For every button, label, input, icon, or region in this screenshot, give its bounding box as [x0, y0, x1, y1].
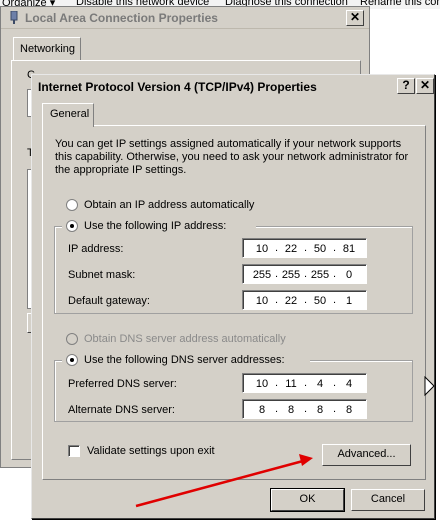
ip-auto-radio[interactable]	[66, 199, 78, 211]
dialog-title: Internet Protocol Version 4 (TCP/IPv4) P…	[38, 80, 317, 94]
dialog-close-button[interactable]: ✕	[416, 78, 434, 94]
dns-manual-radio[interactable]	[66, 354, 78, 366]
ip-manual-label[interactable]: Use the following IP address:	[84, 220, 226, 232]
validate-checkbox[interactable]	[68, 445, 80, 457]
pref-dns-octet-4: 4	[345, 378, 353, 390]
tab-general[interactable]: General	[42, 103, 94, 127]
lac-title: Local Area Connection Properties	[25, 11, 218, 25]
dns-auto-radio[interactable]	[66, 333, 78, 345]
dns-auto-label: Obtain DNS server address automatically	[84, 333, 286, 345]
rename-button[interactable]: Rename this connection	[360, 0, 440, 8]
ipv4-properties-dialog: Internet Protocol Version 4 (TCP/IPv4) P…	[31, 74, 435, 519]
alt-dns-octet-1: 8	[258, 404, 266, 416]
cancel-button[interactable]: Cancel	[351, 489, 425, 511]
lac-title-bar: Local Area Connection Properties ✕	[1, 7, 369, 29]
preferred-dns-label: Preferred DNS server:	[68, 378, 177, 390]
ip-auto-label[interactable]: Obtain an IP address automatically	[84, 199, 254, 211]
subnet-mask-label: Subnet mask:	[68, 269, 136, 281]
alt-dns-octet-3: 8	[316, 404, 324, 416]
close-icon: ✕	[349, 10, 361, 24]
subnet-octet-4: 0	[345, 269, 353, 281]
ok-button[interactable]: OK	[270, 488, 345, 512]
help-button[interactable]: ?	[397, 78, 415, 94]
alt-dns-octet-4: 8	[345, 404, 353, 416]
gateway-octet-3: 50	[313, 295, 327, 307]
alternate-dns-label: Alternate DNS server:	[68, 404, 175, 416]
ip-address-label: IP address:	[68, 243, 124, 255]
validate-label[interactable]: Validate settings upon exit	[87, 445, 215, 457]
preferred-dns-field[interactable]: 10. 11. 4. 4	[242, 373, 367, 393]
subnet-octet-3: 255	[310, 269, 330, 281]
advanced-button[interactable]: Advanced...	[322, 444, 411, 466]
default-gateway-label: Default gateway:	[68, 295, 150, 307]
ip-address-octet-4: 81	[342, 243, 356, 255]
tab-networking[interactable]: Networking	[13, 37, 81, 61]
default-gateway-field[interactable]: 10. 22. 50. 1	[242, 290, 367, 310]
subnet-mask-field[interactable]: 255. 255. 255. 0	[242, 264, 367, 284]
pref-dns-octet-1: 10	[255, 378, 269, 390]
pref-dns-octet-2: 11	[285, 378, 297, 390]
ip-address-field[interactable]: 10. 22. 50. 81	[242, 238, 367, 258]
intro-text: You can get IP settings assigned automat…	[55, 138, 409, 176]
dns-manual-label[interactable]: Use the following DNS server addresses:	[84, 354, 285, 366]
pref-dns-octet-3: 4	[316, 378, 324, 390]
gateway-octet-2: 22	[284, 295, 298, 307]
gateway-octet-4: 1	[345, 295, 353, 307]
resize-cursor-icon	[424, 376, 435, 397]
dialog-title-bar: Internet Protocol Version 4 (TCP/IPv4) P…	[34, 77, 434, 96]
network-icon	[10, 11, 18, 24]
ip-address-octet-2: 22	[284, 243, 298, 255]
ip-manual-radio[interactable]	[66, 220, 78, 232]
help-icon: ?	[402, 78, 410, 92]
subnet-octet-1: 255	[252, 269, 272, 281]
gateway-octet-1: 10	[255, 295, 269, 307]
close-icon: ✕	[419, 78, 431, 92]
lac-close-button[interactable]: ✕	[346, 10, 364, 26]
ip-address-octet-1: 10	[255, 243, 269, 255]
alt-dns-octet-2: 8	[287, 404, 295, 416]
ip-address-octet-3: 50	[313, 243, 327, 255]
alternate-dns-field[interactable]: 8. 8. 8. 8	[242, 399, 367, 419]
subnet-octet-2: 255	[281, 269, 301, 281]
